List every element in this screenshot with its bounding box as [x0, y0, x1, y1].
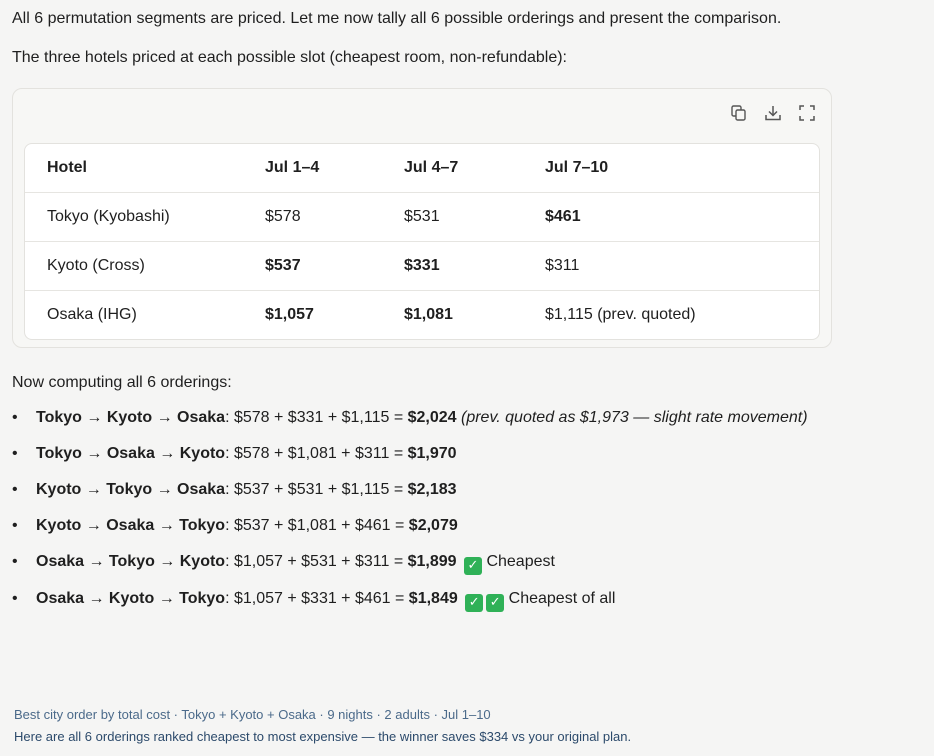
cell-hotel: Kyoto (Cross)	[25, 241, 265, 291]
route-total: $1,849	[408, 590, 458, 607]
header-hotel: Hotel	[25, 144, 265, 193]
route-total: $2,079	[408, 517, 458, 534]
cell-price: $1,115 (prev. quoted)	[545, 306, 696, 323]
table-intro-text: The three hotels priced at each possible…	[12, 49, 567, 66]
table-header-row: Hotel Jul 1–4 Jul 4–7 Jul 7–10	[25, 144, 819, 193]
route-calc: : $578 + $1,081 + $311 =	[225, 445, 408, 462]
summary-footer: Best city order by total cost · Tokyo + …	[14, 704, 631, 748]
cell-price: $461	[545, 192, 819, 242]
route-total: $2,183	[407, 481, 457, 498]
list-item: • Kyoto → Tokyo → Osaka: $537 + $531 + $1…	[12, 481, 457, 498]
check-mark-icon: ✓	[486, 594, 505, 612]
cell-price: $1,057	[265, 306, 314, 323]
cell-hotel: Tokyo (Kyobashi)	[25, 192, 265, 242]
cell-price: $331	[404, 241, 545, 291]
route-total: $1,970	[407, 445, 457, 462]
route-calc: : $1,057 + $531 + $311 =	[225, 553, 408, 570]
route-calc: : $1,057 + $331 + $461 =	[225, 590, 409, 607]
route-calc: : $578 + $331 + $1,115 =	[225, 409, 408, 426]
route-label: Osaka → Tokyo → Kyoto	[36, 553, 226, 570]
route-label: Tokyo → Osaka → Kyoto	[36, 445, 226, 462]
header-jul-4-7: Jul 4–7	[404, 144, 545, 193]
list-item: • Osaka → Tokyo → Kyoto: $1,057 + $531 + …	[12, 553, 555, 575]
route-label: Tokyo → Kyoto → Osaka	[36, 409, 226, 426]
orderings-list: • Tokyo → Kyoto → Osaka: $578 + $331 + $1…	[12, 405, 822, 612]
route-note: (prev. quoted as $1,973 — slight rate mo…	[461, 409, 808, 426]
hotel-price-table: Hotel Jul 1–4 Jul 4–7 Jul 7–10 Tokyo (Ky…	[24, 143, 820, 340]
route-calc: : $537 + $1,081 + $461 =	[225, 517, 409, 534]
cell-price: $531	[404, 192, 545, 242]
list-item: • Tokyo → Osaka → Kyoto: $578 + $1,081 + …	[12, 445, 457, 462]
expand-icon[interactable]	[797, 103, 817, 123]
table-card: Hotel Jul 1–4 Jul 4–7 Jul 7–10 Tokyo (Ky…	[12, 88, 832, 348]
route-total: $1,899	[407, 553, 457, 570]
cell-price: $537	[265, 241, 404, 291]
footer-line-2: Here are all 6 orderings ranked cheapest…	[14, 729, 632, 744]
table-row: Kyoto (Cross) $537 $331 $311	[25, 241, 819, 291]
route-label: Kyoto → Tokyo → Osaka	[36, 481, 226, 498]
intro-text: All 6 permutation segments are priced. L…	[12, 10, 782, 27]
cell-price: $1,081	[404, 306, 453, 323]
cell-price: $311	[545, 241, 819, 291]
cheapest-of-all-tag: Cheapest of all	[508, 590, 616, 607]
download-icon[interactable]	[763, 103, 783, 123]
route-label: Osaka → Kyoto → Tokyo	[36, 590, 226, 607]
header-jul-1-4: Jul 1–4	[265, 144, 404, 193]
list-item: • Kyoto → Osaka → Tokyo: $537 + $1,081 + …	[12, 517, 458, 534]
list-item: • Osaka → Kyoto → Tokyo: $1,057 + $331 + …	[12, 590, 616, 612]
check-mark-icon: ✓	[465, 594, 484, 612]
computing-label: Now computing all 6 orderings:	[12, 374, 232, 391]
cell-price: $578	[265, 192, 404, 242]
cell-hotel: Osaka (IHG)	[47, 306, 137, 323]
cheapest-tag: Cheapest	[486, 553, 555, 570]
route-total: $2,024	[407, 409, 457, 426]
list-item: • Tokyo → Kyoto → Osaka: $578 + $331 + $1…	[12, 409, 808, 426]
table-toolbar	[729, 103, 817, 123]
route-label: Kyoto → Osaka → Tokyo	[36, 517, 226, 534]
footer-line-1: Best city order by total cost · Tokyo + …	[14, 707, 491, 722]
copy-icon[interactable]	[729, 103, 749, 123]
check-mark-icon: ✓	[464, 557, 482, 575]
route-calc: : $537 + $531 + $1,115 =	[225, 481, 408, 498]
header-jul-7-10: Jul 7–10	[545, 144, 819, 193]
table-row: Tokyo (Kyobashi) $578 $531 $461	[25, 192, 819, 242]
table-row: Osaka (IHG) $1,057 $1,081 $1,115 (prev. …	[25, 291, 819, 340]
message-body: All 6 permutation segments are priced. L…	[12, 6, 912, 623]
